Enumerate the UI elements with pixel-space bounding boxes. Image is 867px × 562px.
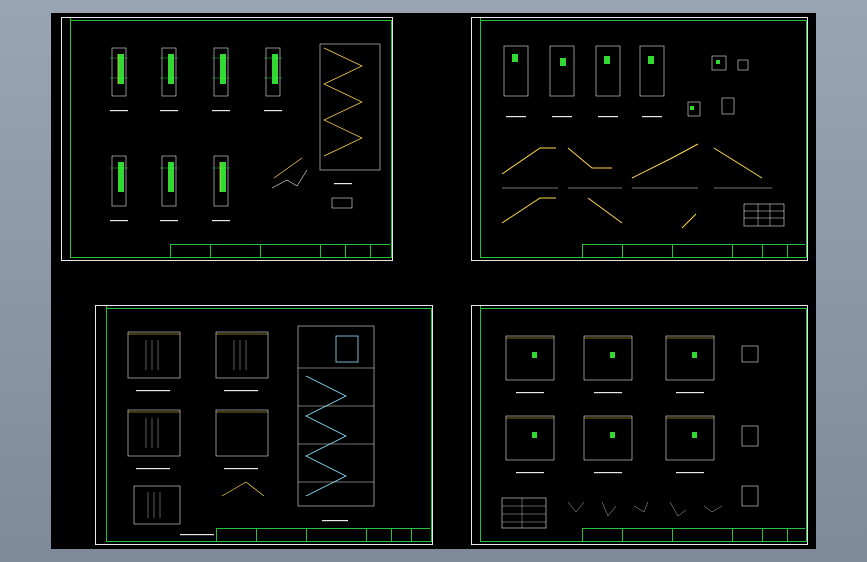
cad-viewport[interactable] — [51, 13, 816, 549]
sheet-3-drawing — [127, 325, 375, 536]
sheet-2-drawing — [501, 45, 785, 229]
drawing-sheet-1[interactable] — [61, 17, 393, 261]
drawing-sheet-2[interactable] — [471, 17, 808, 261]
sheet-1-drawing — [110, 43, 381, 222]
drawing-sheet-4[interactable] — [471, 305, 808, 545]
drawing-sheet-3[interactable] — [95, 305, 433, 545]
sheet-4-drawing — [501, 335, 759, 529]
